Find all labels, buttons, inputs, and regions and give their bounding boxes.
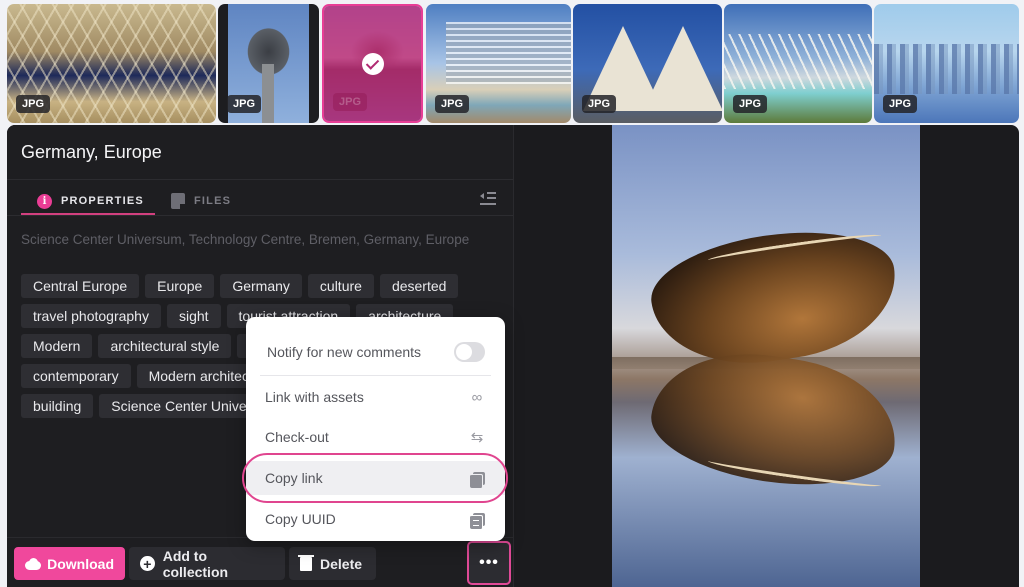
format-badge: JPG [227,95,262,113]
tag[interactable]: Germany [220,274,302,298]
tab-label: PROPERTIES [61,195,144,207]
tag[interactable]: culture [307,274,374,298]
format-badge: JPG [883,95,918,113]
menu-item-label: Copy link [265,470,323,486]
menu-item-label: Link with assets [265,389,364,405]
info-icon: i [37,193,52,209]
menu-item-label: Notify for new comments [267,344,422,360]
asset-description: Science Center Universum, Technology Cen… [21,232,470,247]
add-to-collection-button[interactable]: + Add to collection [129,547,285,580]
thumbnail-5[interactable]: JPG [573,4,722,123]
format-badge: JPG [16,95,51,113]
tag[interactable]: sight [166,304,221,328]
cloud-download-icon [25,557,42,570]
asset-preview-image [612,125,920,587]
tag[interactable]: deserted [379,274,459,298]
tab-files[interactable]: FILES [171,187,231,215]
format-badge: JPG [435,95,470,113]
tag[interactable]: building [21,394,94,418]
format-badge: JPG [582,95,617,113]
menu-item-notify[interactable]: Notify for new comments [246,335,505,369]
link-icon: ∞ [471,388,483,406]
menu-item-label: Copy UUID [265,511,336,527]
divider [7,179,513,180]
tab-properties[interactable]: i PROPERTIES [37,187,144,215]
file-icon [171,193,185,209]
delete-button[interactable]: Delete [289,547,376,580]
tower-stem [262,64,274,123]
delete-label: Delete [320,555,363,572]
tag[interactable]: architectural style [98,334,232,358]
checkmark-icon [361,52,384,75]
format-badge: JPG [333,93,368,111]
thumbnail-1[interactable]: JPG [7,4,216,123]
thumbnail-3-selected[interactable]: JPG [322,4,423,123]
more-dots-icon: ••• [479,554,499,571]
menu-divider [260,375,491,376]
thumbnail-7[interactable]: JPG [874,4,1019,123]
more-options-button[interactable]: ••• [467,541,511,585]
trash-icon [298,554,314,571]
copy-uuid-icon [470,512,485,529]
thumbnail-2[interactable]: JPG [218,4,319,123]
notify-toggle[interactable] [454,342,485,362]
plus-circle-icon: + [140,556,155,571]
menu-item-link-with-assets[interactable]: Link with assets ∞ [246,380,505,414]
swap-arrows-icon: ⇆ [470,429,484,446]
asset-title: Germany, Europe [21,142,162,162]
tag[interactable]: travel photography [21,304,161,328]
menu-item-copy-uuid[interactable]: Copy UUID [246,502,505,536]
thumbnail-6[interactable]: JPG [724,4,872,123]
copy-icon [470,471,485,488]
roof-peak [643,26,722,111]
add-to-collection-label: Add to collection [162,547,229,580]
thumbnail-strip: JPG JPG JPG JPG JPG JPG JPG [0,0,1024,125]
asset-detail-panel: Germany, Europe i PROPERTIES FILES Scien… [7,125,1019,587]
thumbnail-4[interactable]: JPG [426,4,571,123]
download-label: Download [47,555,114,572]
download-button[interactable]: Download [14,547,125,580]
more-options-menu: Notify for new comments Link with assets… [246,317,505,541]
divider [7,215,513,216]
tab-label: FILES [194,195,232,207]
tag[interactable]: Europe [145,274,215,298]
menu-item-label: Check-out [265,429,329,445]
menu-item-check-out[interactable]: Check-out ⇆ [246,420,505,454]
tag[interactable]: Modern [21,334,93,358]
menu-item-copy-link[interactable]: Copy link [246,461,505,495]
tag[interactable]: Central Europe [21,274,140,298]
collapse-panel-icon[interactable] [480,191,496,205]
format-badge: JPG [733,95,768,113]
tag[interactable]: contemporary [21,364,131,388]
